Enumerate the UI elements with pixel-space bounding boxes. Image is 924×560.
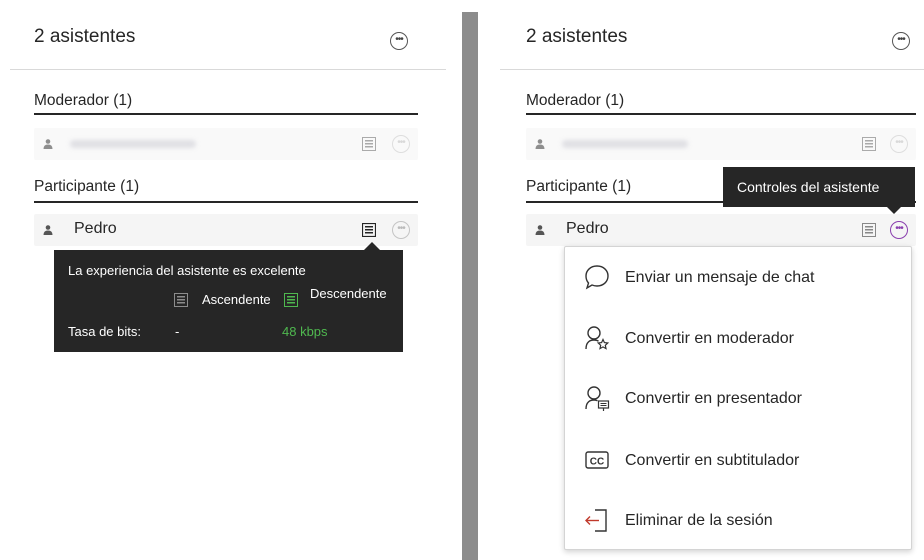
- more-options-icon: •••: [395, 33, 403, 45]
- bitrate-label: Tasa de bits:: [68, 324, 141, 339]
- attendee-more-options-button[interactable]: •••: [392, 135, 410, 153]
- menu-item-label: Convertir en presentador: [625, 390, 802, 407]
- user-icon: [534, 138, 546, 150]
- participant-name: Pedro: [74, 220, 117, 237]
- user-icon: [42, 138, 54, 150]
- moderator-section-title: Moderador (1): [526, 92, 625, 109]
- attendee-controls-menu: Enviar un mensaje de chat Convertir en m…: [564, 246, 912, 550]
- participant-row[interactable]: Pedro •••: [34, 214, 418, 246]
- panel-separator: [462, 12, 478, 560]
- experience-status-text: La experiencia del asistente es excelent…: [68, 263, 306, 278]
- closed-caption-icon: CC: [583, 446, 611, 474]
- menu-item-label: Eliminar de la sesión: [625, 512, 773, 529]
- menu-item-remove-from-session[interactable]: Eliminar de la sesión: [565, 490, 911, 550]
- network-quality-icon[interactable]: [862, 137, 876, 151]
- chat-bubble-icon: [583, 263, 611, 291]
- network-quality-icon[interactable]: [361, 222, 377, 238]
- participant-row[interactable]: Pedro •••: [526, 214, 916, 246]
- moderator-row[interactable]: •••: [34, 128, 418, 160]
- menu-item-make-captioner[interactable]: CC Convertir en subtitulador: [565, 430, 911, 490]
- menu-item-send-chat[interactable]: Enviar un mensaje de chat: [565, 247, 911, 307]
- attendee-more-options-button[interactable]: •••: [392, 221, 410, 239]
- user-icon: [534, 224, 546, 236]
- panel-more-options-button[interactable]: •••: [892, 32, 910, 50]
- menu-item-make-presenter[interactable]: Convertir en presentador: [565, 368, 911, 428]
- tooltip-arrow: [887, 207, 901, 214]
- attendee-more-options-button[interactable]: •••: [890, 135, 908, 153]
- ascending-label: Ascendente: [202, 292, 271, 307]
- user-icon: [42, 224, 54, 236]
- network-quality-icon[interactable]: [362, 137, 376, 151]
- network-quality-icon[interactable]: [862, 223, 876, 237]
- header-divider: [500, 69, 924, 70]
- user-presenter-icon: [583, 384, 611, 412]
- svg-text:CC: CC: [590, 457, 604, 468]
- header-divider: [10, 69, 446, 70]
- menu-item-make-moderator[interactable]: Convertir en moderador: [565, 308, 911, 368]
- descending-label: Descendente: [310, 286, 387, 301]
- participant-section-title: Participante (1): [526, 178, 632, 195]
- moderator-section-title: Moderador (1): [34, 92, 133, 109]
- tooltip-arrow: [364, 242, 380, 250]
- participant-name: Pedro: [566, 220, 609, 237]
- menu-item-label: Convertir en subtitulador: [625, 452, 800, 469]
- menu-item-label: Enviar un mensaje de chat: [625, 269, 815, 286]
- bitrate-up-value: -: [175, 324, 180, 339]
- tooltip-label: Controles del asistente: [737, 179, 880, 195]
- bitrate-down-value: 48 kbps: [282, 324, 328, 339]
- panel-more-options-button[interactable]: •••: [390, 32, 408, 50]
- panel-title: 2 asistentes: [34, 26, 136, 47]
- upload-signal-icon: [174, 293, 188, 307]
- more-options-icon: •••: [895, 222, 903, 234]
- more-options-icon: •••: [897, 33, 905, 45]
- user-star-icon: [583, 324, 611, 352]
- exit-session-icon: [583, 506, 611, 534]
- download-signal-icon: [284, 293, 298, 307]
- moderator-section-rule: [526, 113, 916, 115]
- blurred-moderator-name: [562, 140, 688, 148]
- more-options-icon: •••: [397, 136, 405, 148]
- menu-item-label: Convertir en moderador: [625, 330, 794, 347]
- more-options-icon: •••: [895, 136, 903, 148]
- participant-section-rule: [34, 201, 418, 203]
- moderator-row[interactable]: •••: [526, 128, 916, 160]
- moderator-section-rule: [34, 113, 418, 115]
- attendee-controls-tooltip: Controles del asistente: [723, 167, 915, 214]
- more-options-icon: •••: [397, 222, 405, 234]
- attendee-controls-button[interactable]: •••: [890, 221, 908, 239]
- connection-quality-tooltip: La experiencia del asistente es excelent…: [54, 242, 403, 352]
- panel-title: 2 asistentes: [526, 26, 628, 47]
- participant-section-title: Participante (1): [34, 178, 140, 195]
- blurred-moderator-name: [70, 140, 196, 148]
